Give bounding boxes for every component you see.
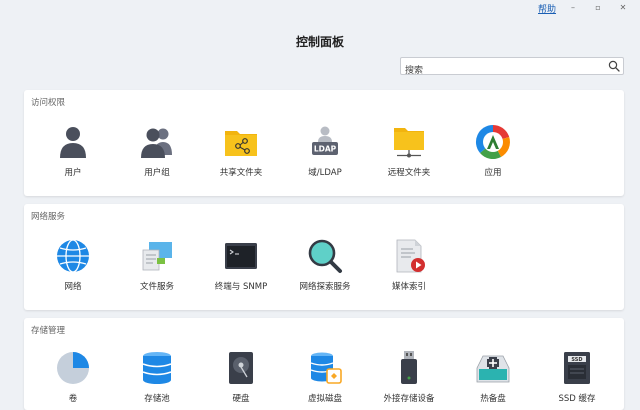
page-title: 控制面板: [295, 35, 344, 49]
terminal-icon: [225, 243, 257, 269]
item-label: 网络探索服务: [299, 282, 351, 292]
virtual-disk-icon: [310, 352, 342, 384]
minimize-button[interactable]: –: [566, 2, 580, 14]
item-label: 硬盘: [232, 394, 250, 404]
item-ldap[interactable]: LDAP 域/LDAP: [283, 124, 367, 178]
item-label: 远程文件夹: [387, 168, 431, 178]
item-hard-disk[interactable]: 硬盘: [199, 350, 283, 404]
item-label: 热备盘: [480, 394, 506, 404]
globe-icon: [57, 239, 89, 273]
app-icon: [475, 124, 510, 160]
item-app[interactable]: 应用: [451, 124, 535, 178]
item-label: 网络: [64, 282, 82, 292]
user-group-icon: [141, 128, 172, 158]
section-storage: 存储管理 卷 存储池 硬盘 虚拟磁盘 外接存储设备 热备盘 SSD SSD 缓存: [24, 318, 624, 410]
item-label: 外接存储设备: [383, 394, 435, 404]
item-user[interactable]: 用户: [31, 124, 115, 178]
item-file-service[interactable]: 文件服务: [115, 238, 199, 292]
remote-folder-icon: [394, 128, 424, 158]
item-shared-folder[interactable]: 共享文件夹: [199, 124, 283, 178]
item-hot-spare[interactable]: 热备盘: [451, 350, 535, 404]
item-label: SSD 缓存: [558, 394, 596, 404]
search-icon[interactable]: [608, 60, 620, 72]
ssd-chip-text: SSD: [571, 357, 582, 363]
hot-spare-icon: [476, 355, 510, 383]
item-label: 应用: [484, 168, 502, 178]
ssd-cache-icon: SSD: [564, 352, 590, 384]
section-network-services: 网络服务 网络 文件服务 终端与 SNMP 网络探索服务 媒体索引: [24, 204, 624, 310]
item-label: 存储池: [144, 394, 170, 404]
item-user-group[interactable]: 用户组: [115, 124, 199, 178]
item-media-index[interactable]: 媒体索引: [367, 238, 451, 292]
item-label: 卷: [68, 394, 78, 404]
section-title: 存储管理: [31, 326, 66, 336]
item-label: 终端与 SNMP: [214, 282, 268, 292]
item-label: 用户: [64, 168, 82, 178]
item-external-storage[interactable]: 外接存储设备: [367, 350, 451, 404]
network-discovery-icon: [308, 239, 342, 273]
svg-text:LDAP: LDAP: [314, 145, 337, 154]
item-label: 文件服务: [139, 282, 174, 292]
hard-disk-icon: [229, 352, 253, 384]
item-remote-folder[interactable]: 远程文件夹: [367, 124, 451, 178]
item-label: 共享文件夹: [219, 168, 263, 178]
maximize-button[interactable]: ▫: [591, 2, 605, 14]
item-label: 用户组: [144, 168, 170, 178]
volume-icon: [57, 352, 89, 384]
media-index-icon: [396, 239, 425, 273]
item-terminal-snmp[interactable]: 终端与 SNMP: [199, 238, 283, 292]
file-service-icon: [142, 242, 172, 271]
item-label: 域/LDAP: [308, 168, 342, 178]
search-input[interactable]: [401, 63, 597, 79]
title-bar: 帮助 – ▫ ✕: [0, 0, 640, 18]
close-button[interactable]: ✕: [616, 2, 630, 14]
item-virtual-disk[interactable]: 虚拟磁盘: [283, 350, 367, 404]
item-ssd-cache[interactable]: SSD SSD 缓存: [535, 350, 619, 404]
search-box: [400, 57, 624, 79]
section-access: 访问权限 用户 用户组 共享文件夹 LDAP 域/LDAP 远程文件夹 应用: [24, 90, 624, 196]
section-title: 网络服务: [31, 212, 66, 222]
item-volume[interactable]: 卷: [31, 350, 115, 404]
section-title: 访问权限: [31, 98, 66, 108]
help-link[interactable]: 帮助: [538, 2, 556, 15]
item-network[interactable]: 网络: [31, 238, 115, 292]
item-network-discovery[interactable]: 网络探索服务: [283, 238, 367, 292]
item-storage-pool[interactable]: 存储池: [115, 350, 199, 404]
storage-pool-icon: [142, 352, 172, 384]
shared-folder-icon: [225, 131, 257, 156]
user-icon: [60, 127, 86, 158]
item-label: 媒体索引: [391, 282, 426, 292]
ldap-icon: LDAP: [312, 126, 338, 155]
item-label: 虚拟磁盘: [307, 394, 342, 404]
usb-drive-icon: [401, 351, 417, 384]
